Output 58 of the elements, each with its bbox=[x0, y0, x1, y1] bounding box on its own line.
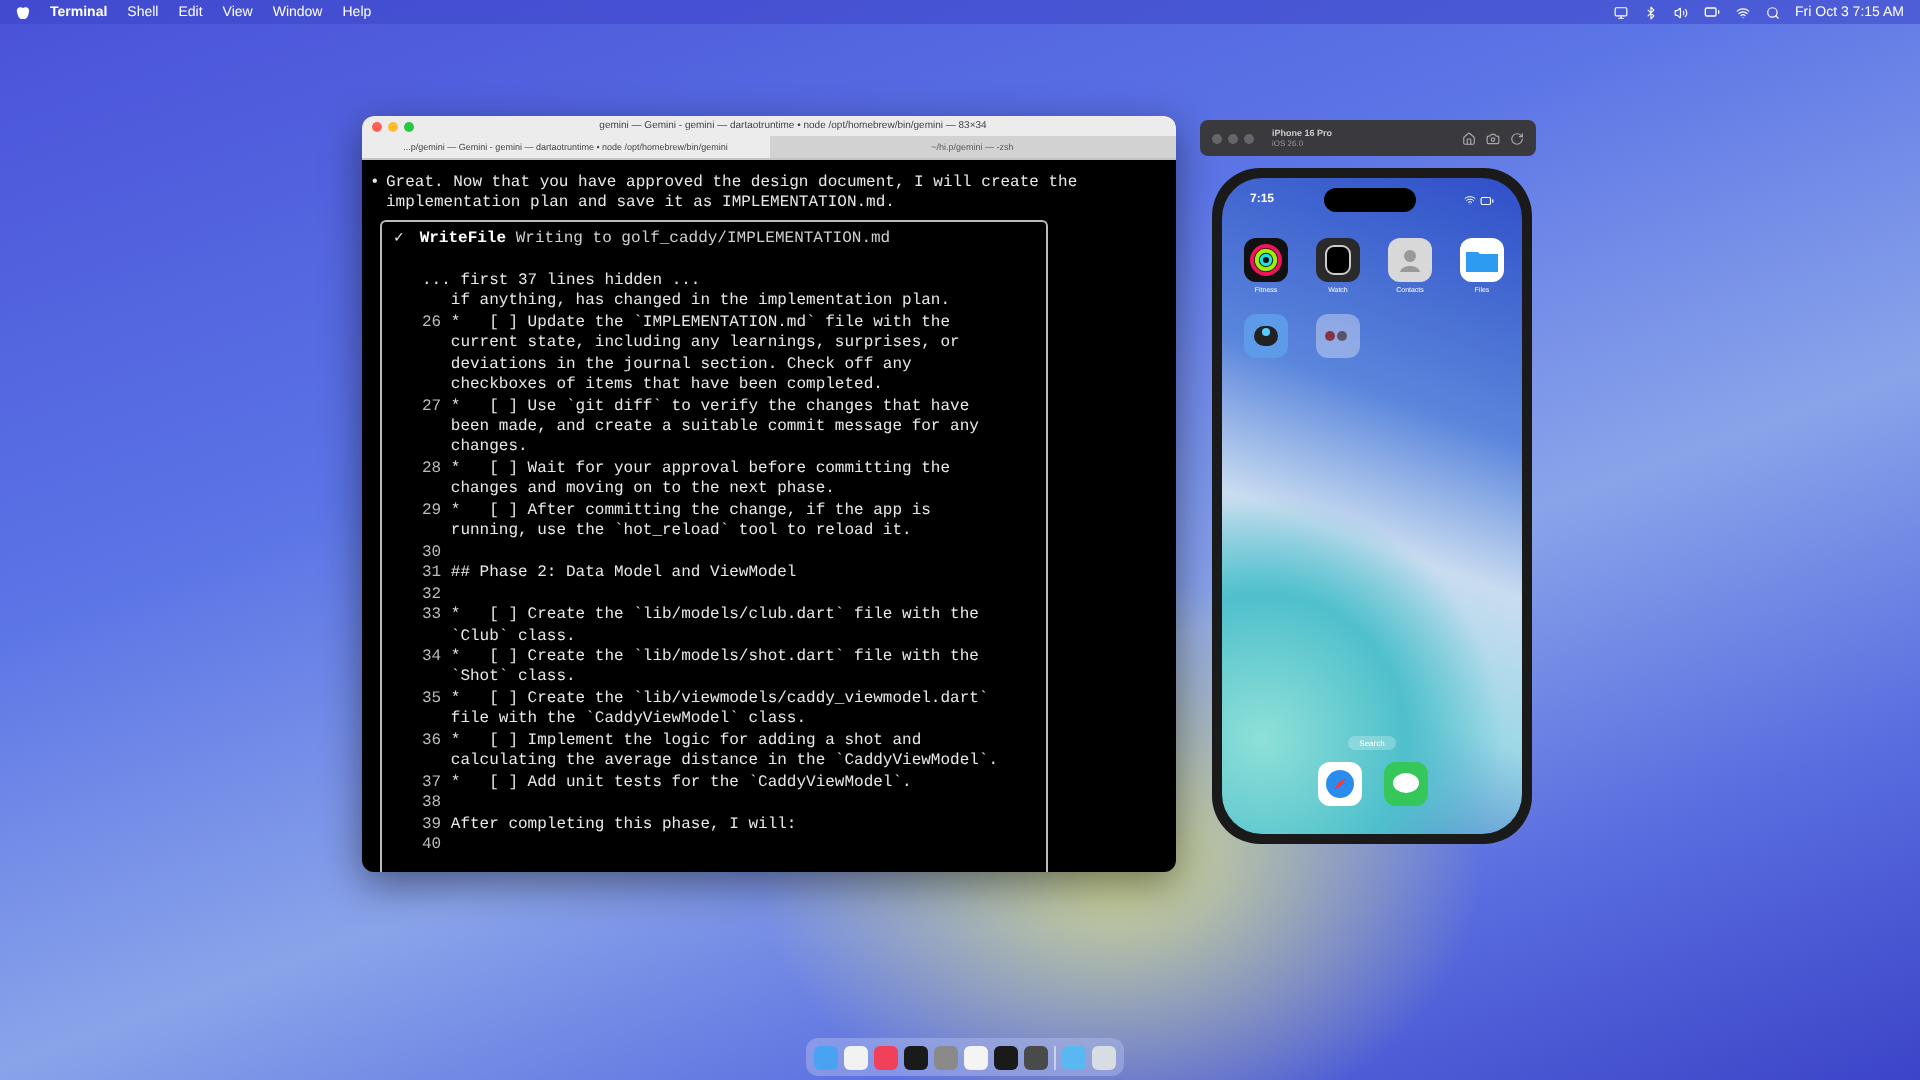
app-folder-icon[interactable] bbox=[1316, 314, 1360, 358]
file-line-text: * [ ] Use `git diff` to verify the changes that have been made, and create a suitable commit message for any changes. bbox=[450, 397, 979, 460]
zoom-button[interactable] bbox=[404, 121, 414, 131]
file-line-text: * [ ] Update the `IMPLEMENTATION.md` file with the current state, including any learnings, surprises, or deviations in the journal section. Check off any checkboxes of items that have been completed. bbox=[450, 313, 960, 398]
wifi-icon[interactable] bbox=[1735, 5, 1750, 19]
line-number: 29 bbox=[422, 501, 444, 524]
file-line-text: * [ ] After committing the change, if the app is running, use the `hot_reload` tool to reload it. bbox=[450, 501, 931, 544]
line-number: 31 bbox=[422, 564, 444, 586]
line-number: 27 bbox=[422, 397, 444, 420]
bluetooth-icon[interactable] bbox=[1643, 5, 1658, 19]
hidden-lines-note: ... first 37 lines hidden ... bbox=[422, 271, 701, 290]
line-number: 34 bbox=[422, 647, 444, 670]
contacts-app-icon[interactable] bbox=[1388, 238, 1432, 282]
close-button[interactable] bbox=[1212, 133, 1222, 143]
file-line-text: * [ ] Create the `lib/models/club.dart` file with the `Club` class. bbox=[450, 606, 979, 648]
rotate-icon[interactable] bbox=[1510, 131, 1524, 145]
line-number: 36 bbox=[422, 731, 444, 754]
line-number: 30 bbox=[422, 543, 444, 565]
file-line-text: ## Phase 2: Data Model and ViewModel bbox=[450, 564, 797, 586]
message-text: Great. Now that you have approved the design document, I will create the implementation plan and save it as IMPLEMENTATION.md. bbox=[386, 174, 1078, 216]
home-icon[interactable] bbox=[1462, 131, 1476, 145]
camera-icon[interactable] bbox=[1486, 131, 1500, 145]
apple-logo-icon[interactable] bbox=[16, 4, 30, 20]
wifi-icon bbox=[1463, 193, 1476, 205]
watch-app-icon[interactable] bbox=[1316, 238, 1360, 282]
display-icon[interactable] bbox=[1613, 5, 1628, 19]
line-number: 39 bbox=[422, 815, 444, 837]
speech-bubble-app-icon[interactable] bbox=[1383, 762, 1427, 806]
search-icon[interactable] bbox=[1765, 5, 1780, 19]
file-line-text: * [ ] Create the `lib/viewmodels/caddy_viewmodel.dart` file with the `CaddyViewModel` class. bbox=[450, 689, 989, 732]
line-number: 28 bbox=[422, 459, 444, 482]
minimize-button[interactable] bbox=[1228, 133, 1238, 143]
line-number: 26 bbox=[422, 313, 444, 336]
battery-icon[interactable] bbox=[1703, 4, 1720, 20]
zoom-button[interactable] bbox=[1244, 133, 1254, 143]
line-number: 33 bbox=[422, 606, 444, 629]
file-line-text: * [ ] Add unit tests for the `CaddyViewModel`. bbox=[450, 773, 912, 795]
robot-app-icon[interactable] bbox=[1244, 314, 1288, 358]
tool-call-text: WriteFile Writing to golf_caddy/IMPLEMENTATION.md bbox=[419, 229, 891, 251]
folder-app-icon[interactable] bbox=[1460, 238, 1504, 282]
rings-app-icon[interactable] bbox=[1244, 238, 1288, 282]
line-number: 38 bbox=[422, 794, 444, 816]
close-button[interactable] bbox=[372, 121, 382, 131]
file-line-text: * [ ] Implement the logic for adding a shot and calculating the average distance in the `CaddyViewModel`. bbox=[450, 731, 999, 774]
file-line-text: After completing this phase, I will: bbox=[450, 815, 797, 837]
battery-icon bbox=[1479, 193, 1494, 207]
compass-app-icon[interactable] bbox=[1317, 762, 1361, 806]
line-number: 35 bbox=[422, 689, 444, 712]
volume-icon[interactable] bbox=[1673, 5, 1688, 19]
check-glyph: ✓ bbox=[394, 229, 404, 251]
line-number: 40 bbox=[422, 836, 444, 857]
file-line-text: * [ ] Wait for your approval before committing the changes and moving on to the next phase. bbox=[450, 459, 951, 502]
line-number: 32 bbox=[422, 585, 444, 607]
bullet-glyph: • bbox=[370, 174, 382, 196]
file-line-text: if anything, has changed in the implementation plan. bbox=[450, 292, 951, 314]
line-number: 37 bbox=[422, 773, 444, 795]
dynamic-island bbox=[1323, 188, 1415, 212]
file-line-text: * [ ] Create the `lib/models/shot.dart` file with the `Shot` class. bbox=[450, 647, 979, 690]
